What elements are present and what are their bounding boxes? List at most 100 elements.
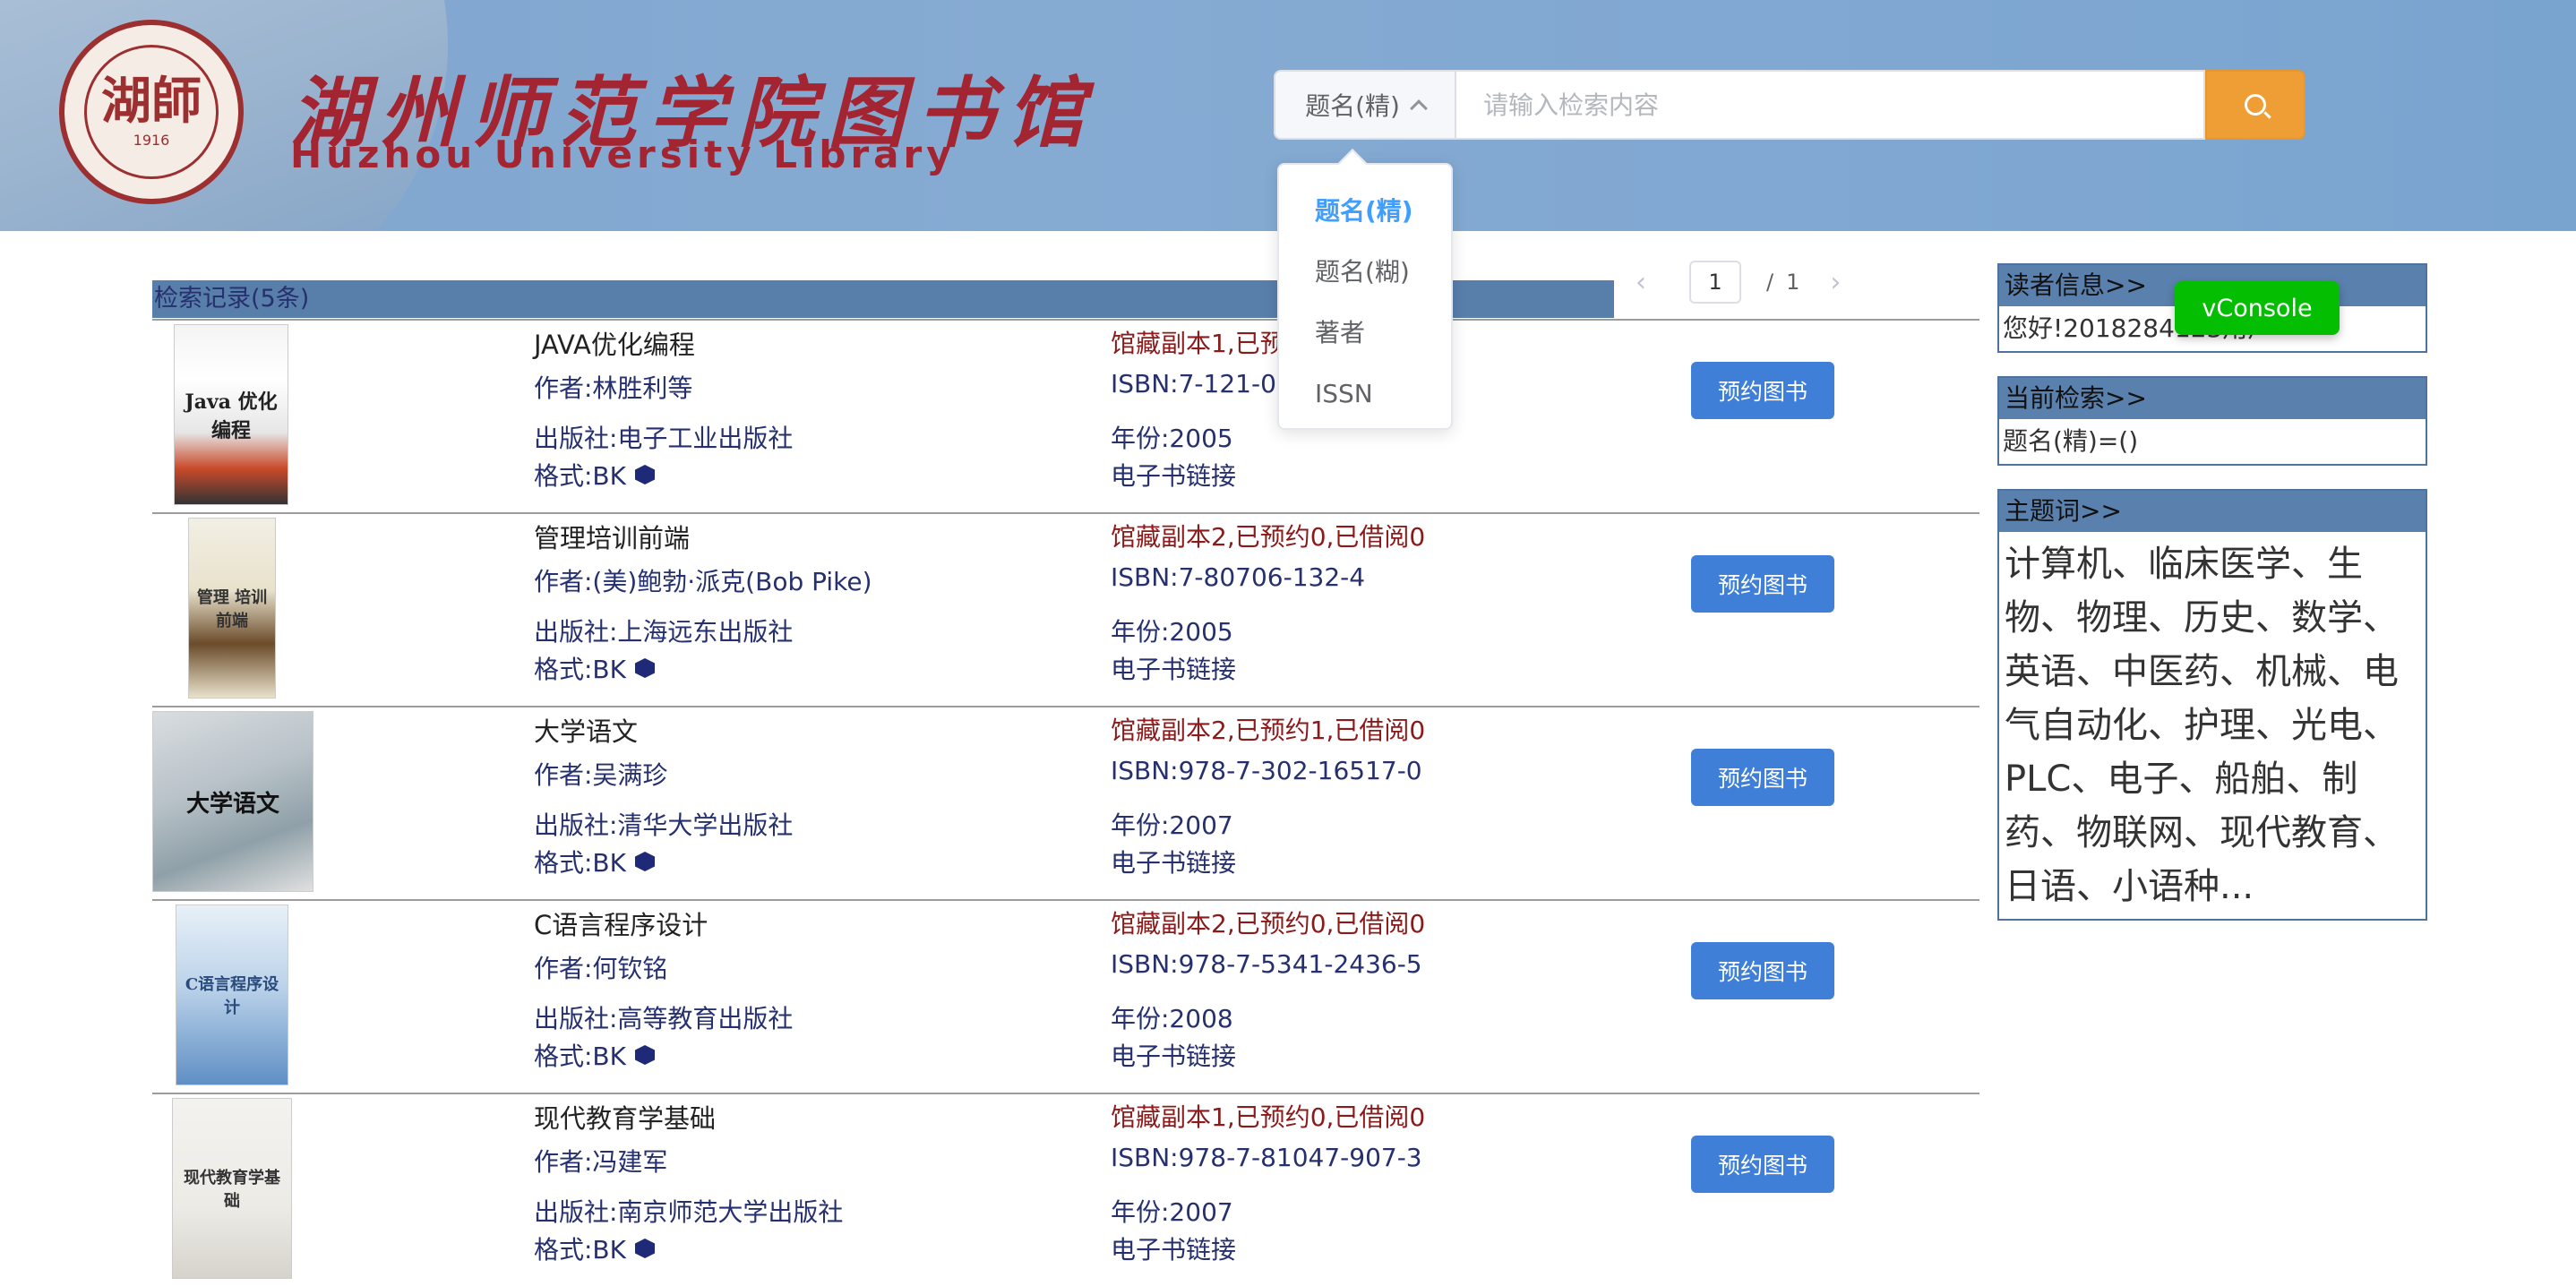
result-item: Java 优化编程 JAVA优化编程 作者:林胜利等 出版社:电子工业出版社 格… xyxy=(152,319,1979,512)
cube-icon xyxy=(635,465,656,484)
book-author: 作者:何钦铭 xyxy=(534,954,668,983)
cover-text: C语言程序设计 xyxy=(185,975,279,1017)
book-cover-image[interactable]: 现代教育学基础 xyxy=(172,1098,292,1279)
book-publisher: 出版社:清华大学出版社 xyxy=(534,810,794,840)
subject-terms-panel: 主题词>> 计算机、临床医学、生物、物理、历史、数学、英语、中医药、机械、电气自… xyxy=(1997,489,2427,921)
book-isbn: ISBN:978-7-5341-2436-5 xyxy=(1111,949,1422,979)
result-item: 大学语文 大学语文 作者:吴满珍 出版社:清华大学出版社 格式:BK 馆藏副本2… xyxy=(152,706,1979,899)
cube-icon xyxy=(635,852,656,871)
search-icon xyxy=(2245,94,2266,116)
book-title[interactable]: 现代教育学基础 xyxy=(534,1098,716,1136)
cover-text: 现代教育学基础 xyxy=(184,1169,280,1211)
dropdown-option-author[interactable]: 著者 xyxy=(1279,303,1451,364)
result-item: 管理 培训前端 管理培训前端 作者:(美)鲍勃·派克(Bob Pike) 出版社… xyxy=(152,512,1979,706)
book-format-label: 格式:BK xyxy=(534,848,627,878)
book-format-label: 格式:BK xyxy=(534,1235,627,1265)
book-isbn: ISBN:978-7-302-16517-0 xyxy=(1111,756,1422,785)
current-search-body: 题名(精)=() xyxy=(2003,426,2139,456)
book-format-label: 格式:BK xyxy=(534,461,627,491)
cover-text: 大学语文 xyxy=(185,790,279,818)
book-format-label: 格式:BK xyxy=(534,655,627,684)
book-author: 作者:林胜利等 xyxy=(534,373,693,403)
book-title[interactable]: 大学语文 xyxy=(534,711,638,749)
result-list: Java 优化编程 JAVA优化编程 作者:林胜利等 出版社:电子工业出版社 格… xyxy=(152,319,1979,1286)
library-name-en: Huzhou University Library xyxy=(290,133,956,176)
dropdown-option-title-fuzzy[interactable]: 题名(糊) xyxy=(1279,242,1451,303)
book-format-label: 格式:BK xyxy=(534,1042,627,1071)
book-format: 格式:BK xyxy=(534,1230,656,1266)
book-publisher: 出版社:电子工业出版社 xyxy=(534,424,794,453)
page-total: 1 xyxy=(1786,270,1800,295)
page-number-input[interactable]: 1 xyxy=(1689,261,1741,304)
ebook-link[interactable]: 电子书链接 xyxy=(1111,844,1236,879)
book-cover-image[interactable]: C语言程序设计 xyxy=(176,904,288,1085)
book-format: 格式:BK xyxy=(534,844,656,879)
dropdown-option-issn[interactable]: ISSN xyxy=(1279,364,1451,424)
book-publisher: 出版社:南京师范大学出版社 xyxy=(534,1197,844,1227)
book-author: 作者:冯建军 xyxy=(534,1147,668,1177)
cover-text: Java 优化编程 xyxy=(185,390,278,442)
book-publisher: 出版社:上海远东出版社 xyxy=(534,617,794,647)
ebook-link[interactable]: 电子书链接 xyxy=(1111,1230,1236,1266)
book-format: 格式:BK xyxy=(534,1037,656,1073)
book-author: 作者:吴满珍 xyxy=(534,760,668,790)
reserve-book-button[interactable]: 预约图书 xyxy=(1691,362,1834,419)
pagination: ‹ 1 / 1 › xyxy=(1623,260,1853,304)
cube-icon xyxy=(635,1239,656,1258)
seal-glyph: 湖師 xyxy=(101,71,202,131)
seal-year: 1916 xyxy=(133,131,170,149)
book-author: 作者:(美)鲍勃·派克(Bob Pike) xyxy=(534,567,872,596)
book-year: 年份:2005 xyxy=(1111,424,1233,453)
book-holdings: 馆藏副本2,已预约0,已借阅0 xyxy=(1111,909,1426,939)
book-holdings: 馆藏副本2,已预约0,已借阅0 xyxy=(1111,522,1426,552)
book-title[interactable]: C语言程序设计 xyxy=(534,904,708,942)
ebook-link[interactable]: 电子书链接 xyxy=(1111,1037,1236,1073)
book-format: 格式:BK xyxy=(534,457,656,493)
book-isbn: ISBN:978-7-81047-907-3 xyxy=(1111,1143,1422,1172)
book-cover-image[interactable]: 管理 培训前端 xyxy=(188,518,276,699)
dropdown-option-title-exact[interactable]: 题名(精) xyxy=(1279,181,1451,242)
search-field-select[interactable]: 题名(精) xyxy=(1274,70,1455,140)
subject-terms-header: 主题词>> xyxy=(1999,491,2426,532)
current-search-header: 当前检索>> xyxy=(1999,378,2426,419)
ebook-link[interactable]: 电子书链接 xyxy=(1111,650,1236,686)
chevron-right-icon[interactable]: › xyxy=(1817,267,1853,298)
book-isbn: ISBN:7-80706-132-4 xyxy=(1111,562,1366,592)
book-publisher: 出版社:高等教育出版社 xyxy=(534,1004,794,1033)
university-seal-logo: 湖師 1916 xyxy=(59,20,244,204)
page-separator: / xyxy=(1766,270,1774,295)
search-bar: 题名(精) xyxy=(1274,70,2306,140)
book-isbn: ISBN:7-121-01 xyxy=(1111,369,1292,399)
reserve-book-button[interactable]: 预约图书 xyxy=(1691,942,1834,999)
chevron-up-icon xyxy=(1410,99,1428,117)
current-search-panel: 当前检索>> 题名(精)=() xyxy=(1997,376,2427,466)
book-year: 年份:2005 xyxy=(1111,617,1233,647)
search-field-value: 题名(精) xyxy=(1305,91,1400,121)
cover-text: 管理 培训前端 xyxy=(196,588,268,630)
book-holdings: 馆藏副本1,已预约0,已借阅0 xyxy=(1111,1102,1426,1132)
book-year: 年份:2007 xyxy=(1111,810,1233,840)
book-holdings: 馆藏副本2,已预约1,已借阅0 xyxy=(1111,716,1426,745)
book-cover-image[interactable]: Java 优化编程 xyxy=(174,324,288,505)
book-title[interactable]: 管理培训前端 xyxy=(534,518,690,555)
book-cover-image[interactable]: 大学语文 xyxy=(152,711,313,892)
search-input[interactable] xyxy=(1455,70,2205,140)
reserve-book-button[interactable]: 预约图书 xyxy=(1691,749,1834,806)
cube-icon xyxy=(635,1045,656,1065)
search-field-dropdown: 题名(精) 题名(糊) 著者 ISSN xyxy=(1277,163,1453,430)
subject-terms-body[interactable]: 计算机、临床医学、生物、物理、历史、数学、英语、中医药、机械、电气自动化、护理、… xyxy=(1999,532,2426,919)
book-format: 格式:BK xyxy=(534,650,656,686)
ebook-link[interactable]: 电子书链接 xyxy=(1111,457,1236,493)
reserve-book-button[interactable]: 预约图书 xyxy=(1691,555,1834,613)
reserve-book-button[interactable]: 预约图书 xyxy=(1691,1136,1834,1193)
book-year: 年份:2008 xyxy=(1111,1004,1233,1033)
chevron-left-icon[interactable]: ‹ xyxy=(1623,267,1659,298)
vconsole-button[interactable]: vConsole xyxy=(2175,281,2340,335)
book-holdings: 馆藏副本1,已预 xyxy=(1111,329,1285,358)
cube-icon xyxy=(635,658,656,678)
search-button[interactable] xyxy=(2205,70,2306,140)
book-year: 年份:2007 xyxy=(1111,1197,1233,1227)
book-title[interactable]: JAVA优化编程 xyxy=(534,324,695,362)
result-item: C语言程序设计 C语言程序设计 作者:何钦铭 出版社:高等教育出版社 格式:BK… xyxy=(152,899,1979,1093)
result-item: 现代教育学基础 现代教育学基础 作者:冯建军 出版社:南京师范大学出版社 格式:… xyxy=(152,1093,1979,1286)
